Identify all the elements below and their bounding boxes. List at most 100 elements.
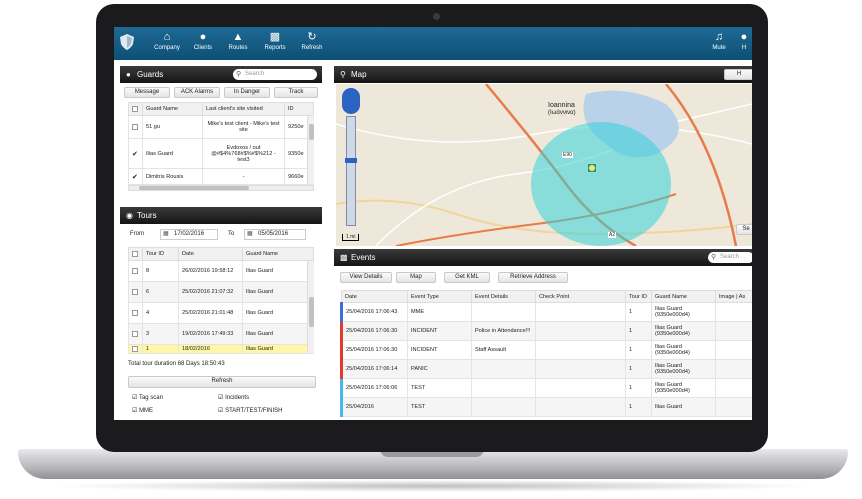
table-row[interactable]: 6 25/02/2016 21:07:32 Ilias Guard	[128, 281, 314, 303]
col-last-site: Last client's site visited	[202, 102, 285, 116]
nav-reports[interactable]: ▩ Reports	[254, 30, 296, 58]
nav-routes[interactable]: ▲ Routes	[217, 30, 259, 58]
select-all-checkbox[interactable]	[132, 105, 138, 112]
from-label: From	[130, 231, 144, 237]
guard-name: 51 gu	[142, 115, 203, 139]
check-mark-icon[interactable]: ✔	[132, 151, 138, 158]
map-view[interactable]: Ioannina (Ιωάννινα) E90 A2 1 mi Se	[336, 84, 752, 246]
scroll-thumb[interactable]	[309, 297, 314, 327]
guard-site: -	[202, 168, 285, 185]
map-pin-icon: ⚲	[340, 70, 346, 79]
app-screen: ⌂ Company ● Clients ▲ Routes ▩ Reports ↻…	[114, 27, 752, 420]
event-type: INCIDENT	[407, 321, 472, 341]
to-date-input[interactable]: ▦ 05/05/2016	[244, 229, 306, 240]
check-mark-icon[interactable]: ✔	[132, 174, 138, 181]
nav-label: Refresh	[301, 45, 323, 51]
filter-incidents[interactable]: ☑ Incidents	[218, 394, 249, 401]
row-checkbox[interactable]	[132, 288, 138, 295]
bar-chart-icon: ▩	[340, 253, 348, 262]
tour-id: 8	[142, 260, 179, 282]
row-checkbox[interactable]	[132, 330, 138, 337]
tour-id: 6	[142, 281, 179, 303]
top-nav: ⌂ Company ● Clients ▲ Routes ▩ Reports ↻…	[114, 27, 752, 60]
nav-refresh[interactable]: ↻ Refresh	[291, 30, 333, 58]
table-row[interactable]: 25/04/2016 17:06:06 TEST 1 Ilias Guard (…	[340, 378, 752, 398]
map-button[interactable]: Map	[396, 272, 436, 283]
table-row[interactable]: 8 26/02/2016 19:58:12 Ilias Guard	[128, 260, 314, 282]
filter-label: Incidents	[225, 395, 250, 401]
table-row[interactable]: 25/04/2016 TEST 1 Ilias Guard	[340, 397, 752, 417]
calendar-icon: ▦	[163, 231, 169, 237]
retrieve-address-button[interactable]: Retrieve Address	[498, 272, 568, 283]
col-guard-name: Guard Name	[651, 290, 716, 303]
table-row[interactable]: 25/04/2016 17:06:30 INCIDENT Staff Assau…	[340, 340, 752, 360]
ack-alarms-button[interactable]: ACK Alarms	[174, 87, 220, 98]
event-date: 25/04/2016 17:06:43	[340, 302, 408, 322]
nav-label: Company	[154, 45, 180, 51]
select-all-checkbox[interactable]	[132, 250, 138, 257]
table-row[interactable]: 51 gu Mike's test client - Mike's test s…	[128, 115, 314, 139]
row-checkbox[interactable]	[132, 267, 138, 274]
guard-site: Mike's test client - Mike's test site	[202, 115, 285, 139]
table-row[interactable]: ✔ Dimitris Rousis - 9660e	[128, 168, 314, 185]
view-details-button[interactable]: View Details	[340, 272, 392, 283]
table-row[interactable]: 25/04/2016 17:06:43 MME 1 Ilias Guard (9…	[340, 302, 752, 322]
zoom-thumb[interactable]	[345, 158, 357, 163]
table-row[interactable]: ✔ Ilias Guard Evdoxos / out @#$4%768#$%#…	[128, 138, 314, 169]
table-row[interactable]: 25/04/2016 17:06:14 PANIC 1 Ilias Guard …	[340, 359, 752, 379]
nav-label: Reports	[264, 45, 286, 51]
zoom-slider[interactable]	[346, 116, 356, 226]
map-top-button[interactable]: H	[724, 69, 752, 80]
event-date: 25/04/2016 17:06:06	[340, 378, 408, 398]
events-search-input[interactable]: ⚲ Search	[708, 252, 752, 263]
row-checkbox[interactable]	[132, 346, 138, 352]
table-row[interactable]: 4 25/02/2016 21:01:48 Ilias Guard	[128, 302, 314, 324]
event-date: 25/04/2016 17:06:30	[340, 340, 408, 360]
from-date-input[interactable]: ▦ 17/02/2016	[160, 229, 218, 240]
guards-search-input[interactable]: ⚲ Search	[233, 69, 317, 80]
map-scale: 1 mi	[342, 234, 360, 241]
row-checkbox[interactable]	[132, 309, 138, 316]
tour-id: 3	[142, 323, 179, 345]
guards-table: Guard Name Last client's site visited ID…	[128, 102, 314, 185]
in-danger-button[interactable]: In Danger	[224, 87, 270, 98]
shield-logo-icon	[120, 34, 134, 50]
table-row[interactable]: 25/04/2016 17:06:30 INCIDENT Police in A…	[340, 321, 752, 341]
event-checkpoint	[535, 397, 626, 417]
table-row-selected[interactable]: 1 18/02/2016 Ilias Guard	[128, 343, 314, 355]
event-details: Police in Attendance!!!	[471, 321, 536, 341]
map-zoom-control[interactable]	[342, 88, 360, 228]
get-kml-button[interactable]: Get KML	[444, 272, 490, 283]
scroll-thumb[interactable]	[139, 186, 249, 190]
row-checkbox[interactable]	[132, 123, 138, 130]
event-tour-id: 1	[625, 321, 652, 341]
map-side-button[interactable]: Se	[736, 224, 752, 235]
message-button[interactable]: Message	[124, 87, 170, 98]
guards-scrollbar[interactable]	[307, 116, 314, 184]
guards-h-scrollbar[interactable]	[128, 185, 314, 191]
city-label-greek: (Ιωάννινα)	[548, 110, 576, 116]
event-guard: Ilias Guard (9350e000d4)	[651, 359, 716, 379]
nav-help[interactable]: ● H	[732, 30, 752, 58]
chart-icon: ▩	[269, 31, 281, 43]
laptop-shadow	[50, 480, 820, 492]
filter-mme[interactable]: ☑ MME	[132, 407, 153, 414]
col-event-details: Event Details	[471, 290, 536, 303]
scroll-thumb[interactable]	[309, 124, 314, 140]
tour-date: 18/02/2016	[178, 343, 243, 355]
filter-start-test-finish[interactable]: ☑ START/TEST/FINISH	[218, 407, 283, 414]
tours-scrollbar[interactable]	[307, 261, 314, 353]
guard-name: Dimitris Rousis	[142, 168, 203, 185]
tour-guard: Ilias Guard	[242, 343, 314, 355]
refresh-button[interactable]: Refresh	[128, 376, 316, 388]
event-type: TEST	[407, 378, 472, 398]
total-tour-duration: Total tour duration 68 Days 18:50:43	[128, 361, 225, 367]
pan-control[interactable]	[342, 88, 360, 114]
event-details	[471, 397, 536, 417]
event-checkpoint	[535, 378, 626, 398]
track-button[interactable]: Track	[274, 87, 318, 98]
header-checkbox-cell	[128, 102, 143, 116]
table-row[interactable]: 3 19/02/2016 17:49:33 Ilias Guard	[128, 323, 314, 345]
filter-tag-scan[interactable]: ☑ Tag scan	[132, 394, 163, 401]
person-icon: ●	[126, 70, 131, 79]
